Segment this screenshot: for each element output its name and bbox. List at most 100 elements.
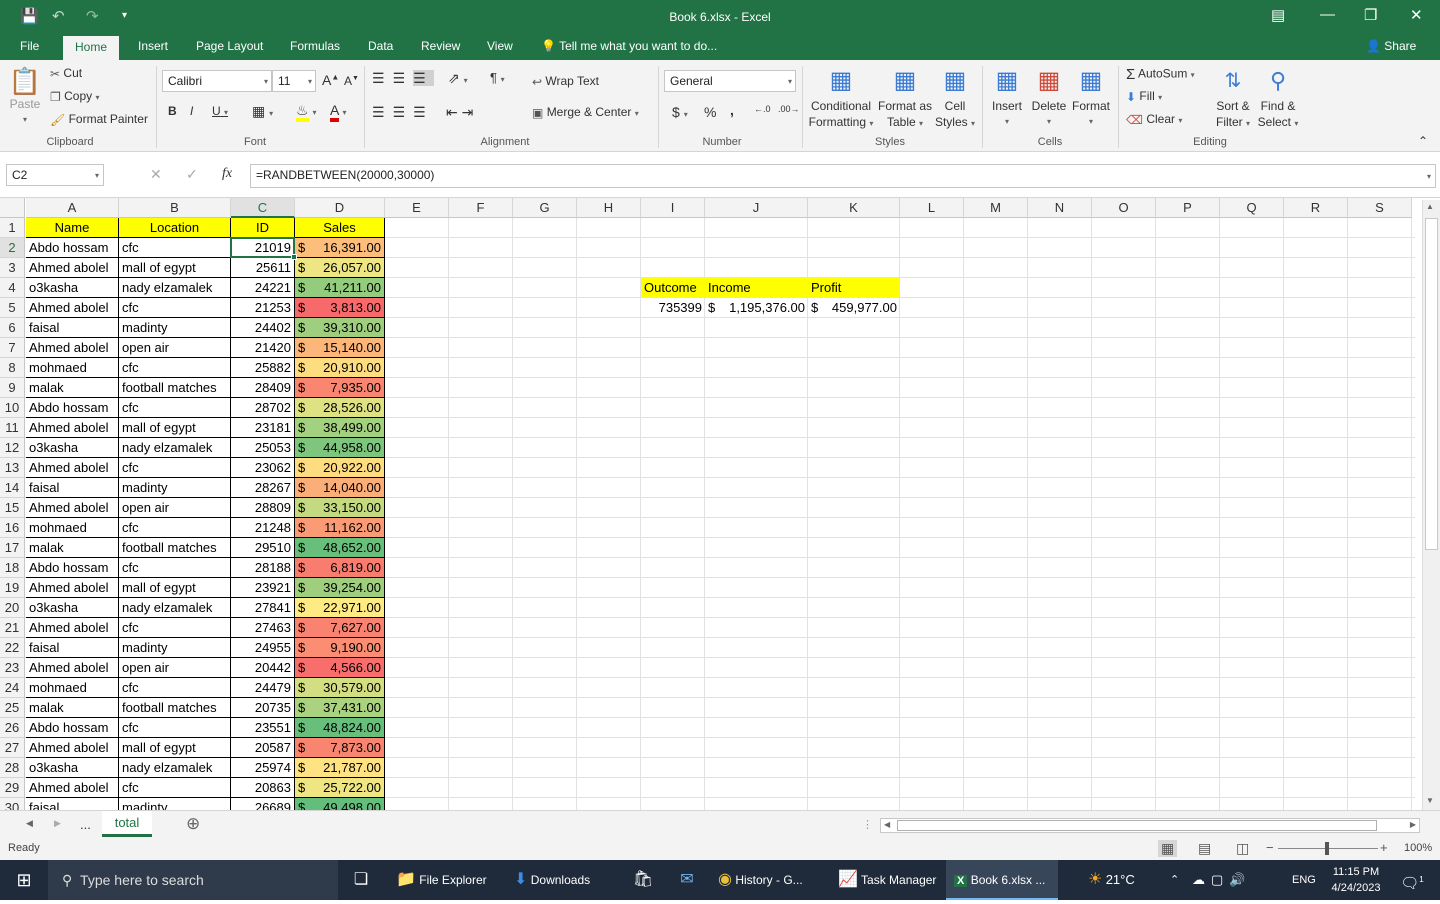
column-header-o[interactable]: O — [1092, 198, 1156, 218]
paste-button[interactable]: 📋 Paste ▾ — [8, 66, 42, 128]
name-cell[interactable]: Ahmed abolel — [26, 778, 119, 798]
zoom-level[interactable]: 100% — [1404, 842, 1432, 854]
location-cell[interactable]: football matches — [119, 538, 231, 558]
location-cell[interactable]: mall of egypt — [119, 418, 231, 438]
row-header[interactable]: 30 — [0, 798, 25, 810]
increase-decimal-button[interactable]: ←.0 — [754, 104, 771, 114]
sales-cell[interactable]: $16,391.00 — [295, 238, 385, 258]
tab-file[interactable]: File — [20, 39, 39, 53]
id-cell[interactable]: 29510 — [231, 538, 295, 558]
column-header-g[interactable]: G — [513, 198, 577, 218]
id-cell[interactable]: 27463 — [231, 618, 295, 638]
sales-cell[interactable]: $4,566.00 — [295, 658, 385, 678]
tab-data[interactable]: Data — [368, 39, 393, 53]
language-indicator[interactable]: ENG — [1292, 860, 1322, 900]
find-select-button[interactable]: ⚲ Find & Select ▾ — [1256, 64, 1300, 132]
merge-center-button[interactable]: ▣ Merge & Center ▾ — [532, 105, 639, 120]
location-cell[interactable]: open air — [119, 338, 231, 358]
sales-cell[interactable]: $30,579.00 — [295, 678, 385, 698]
row-header[interactable]: 18 — [0, 558, 25, 578]
id-cell[interactable]: 26689 — [231, 798, 295, 810]
location-cell[interactable]: nady elzamalek — [119, 758, 231, 778]
tray-chevron-icon[interactable]: ⌃ — [1170, 860, 1184, 900]
id-cell[interactable]: 23181 — [231, 418, 295, 438]
row-header[interactable]: 5 — [0, 298, 25, 318]
worksheet-grid[interactable]: A B C D E F G H I J K L M N O P Q R S 1 2 3 4 5 6 7 8 9 10 11 12 13 14 15… — [0, 198, 1440, 810]
scroll-down-icon[interactable]: ▼ — [1426, 796, 1434, 805]
horizontal-align-buttons[interactable]: ☰☰☰ — [372, 104, 434, 121]
name-cell[interactable]: Ahmed abolel — [26, 498, 119, 518]
row-header[interactable]: 22 — [0, 638, 25, 658]
column-header-d[interactable]: D — [295, 198, 385, 218]
row-header[interactable]: 8 — [0, 358, 25, 378]
sales-cell[interactable]: $38,499.00 — [295, 418, 385, 438]
store-icon[interactable]: 🛍 — [628, 860, 658, 900]
location-cell[interactable]: nady elzamalek — [119, 278, 231, 298]
sales-cell[interactable]: $26,057.00 — [295, 258, 385, 278]
scroll-up-icon[interactable]: ▲ — [1426, 202, 1434, 211]
row-header[interactable]: 14 — [0, 478, 25, 498]
id-cell[interactable]: 28188 — [231, 558, 295, 578]
summary-header-cell[interactable]: Outcome — [641, 278, 705, 298]
id-cell[interactable]: 25611 — [231, 258, 295, 278]
indent-buttons[interactable]: ⇤ ⇥ — [446, 104, 473, 121]
sales-cell[interactable]: $28,526.00 — [295, 398, 385, 418]
row-header[interactable]: 26 — [0, 718, 25, 738]
location-cell[interactable]: cfc — [119, 778, 231, 798]
row-header[interactable]: 16 — [0, 518, 25, 538]
scroll-thumb[interactable] — [1425, 218, 1438, 550]
taskbar-search[interactable]: ⚲ Type here to search — [48, 860, 338, 900]
enter-icon[interactable]: ✓ — [186, 166, 198, 183]
tab-view[interactable]: View — [487, 39, 513, 53]
income-value-cell[interactable]: $1,195,376.00 — [705, 298, 808, 318]
location-cell[interactable]: cfc — [119, 298, 231, 318]
row-header[interactable]: 20 — [0, 598, 25, 618]
id-cell[interactable]: 21253 — [231, 298, 295, 318]
outcome-value[interactable]: 735399 — [641, 298, 705, 318]
location-cell[interactable]: mall of egypt — [119, 738, 231, 758]
id-cell[interactable]: 24402 — [231, 318, 295, 338]
location-cell[interactable]: madinty — [119, 798, 231, 810]
sales-cell[interactable]: $39,254.00 — [295, 578, 385, 598]
id-cell[interactable]: 20442 — [231, 658, 295, 678]
decrease-decimal-button[interactable]: .00→ — [778, 104, 800, 114]
name-cell[interactable]: Ahmed abolel — [26, 618, 119, 638]
row-header[interactable]: 21 — [0, 618, 25, 638]
row-header[interactable]: 11 — [0, 418, 25, 438]
id-cell[interactable]: 24479 — [231, 678, 295, 698]
id-cell[interactable]: 25053 — [231, 438, 295, 458]
id-cell[interactable]: 20587 — [231, 738, 295, 758]
location-cell[interactable]: madinty — [119, 638, 231, 658]
row-header[interactable]: 27 — [0, 738, 25, 758]
delete-cells-button[interactable]: ▦ Delete ▾ — [1030, 64, 1068, 130]
row-header[interactable]: 17 — [0, 538, 25, 558]
name-cell[interactable]: faisal — [26, 638, 119, 658]
location-cell[interactable]: cfc — [119, 518, 231, 538]
row-header[interactable]: 2 — [0, 238, 25, 258]
location-cell[interactable]: cfc — [119, 358, 231, 378]
currency-button[interactable]: $ ▾ — [672, 104, 688, 120]
row-header[interactable]: 6 — [0, 318, 25, 338]
location-cell[interactable]: mall of egypt — [119, 578, 231, 598]
row-header[interactable]: 23 — [0, 658, 25, 678]
sales-cell[interactable]: $3,813.00 — [295, 298, 385, 318]
ribbon-display-icon[interactable]: ▤ — [1271, 6, 1285, 24]
taskbar-app-excel[interactable]: X Book 6.xlsx ... — [946, 860, 1058, 900]
name-cell[interactable]: Ahmed abolel — [26, 338, 119, 358]
clear-button[interactable]: ⌫ Clear ▾ — [1126, 112, 1182, 127]
row-header[interactable]: 4 — [0, 278, 25, 298]
location-cell[interactable]: football matches — [119, 378, 231, 398]
notification-icon[interactable]: 🗨1 — [1398, 860, 1426, 900]
share-button[interactable]: 👤 Share — [1366, 39, 1416, 53]
name-cell[interactable]: Abdo hossam — [26, 718, 119, 738]
name-cell[interactable]: Ahmed abolel — [26, 458, 119, 478]
italic-button[interactable]: I — [190, 104, 193, 118]
column-header-c[interactable]: C — [231, 198, 295, 218]
grow-font-button[interactable]: A▲ — [322, 72, 339, 88]
id-cell[interactable]: 25882 — [231, 358, 295, 378]
scroll-right-icon[interactable]: ▶ — [1410, 820, 1416, 829]
sort-filter-button[interactable]: ⇅ Sort & Filter ▾ — [1212, 64, 1254, 132]
location-cell[interactable]: cfc — [119, 718, 231, 738]
name-cell[interactable]: Ahmed abolel — [26, 298, 119, 318]
location-cell[interactable]: cfc — [119, 678, 231, 698]
